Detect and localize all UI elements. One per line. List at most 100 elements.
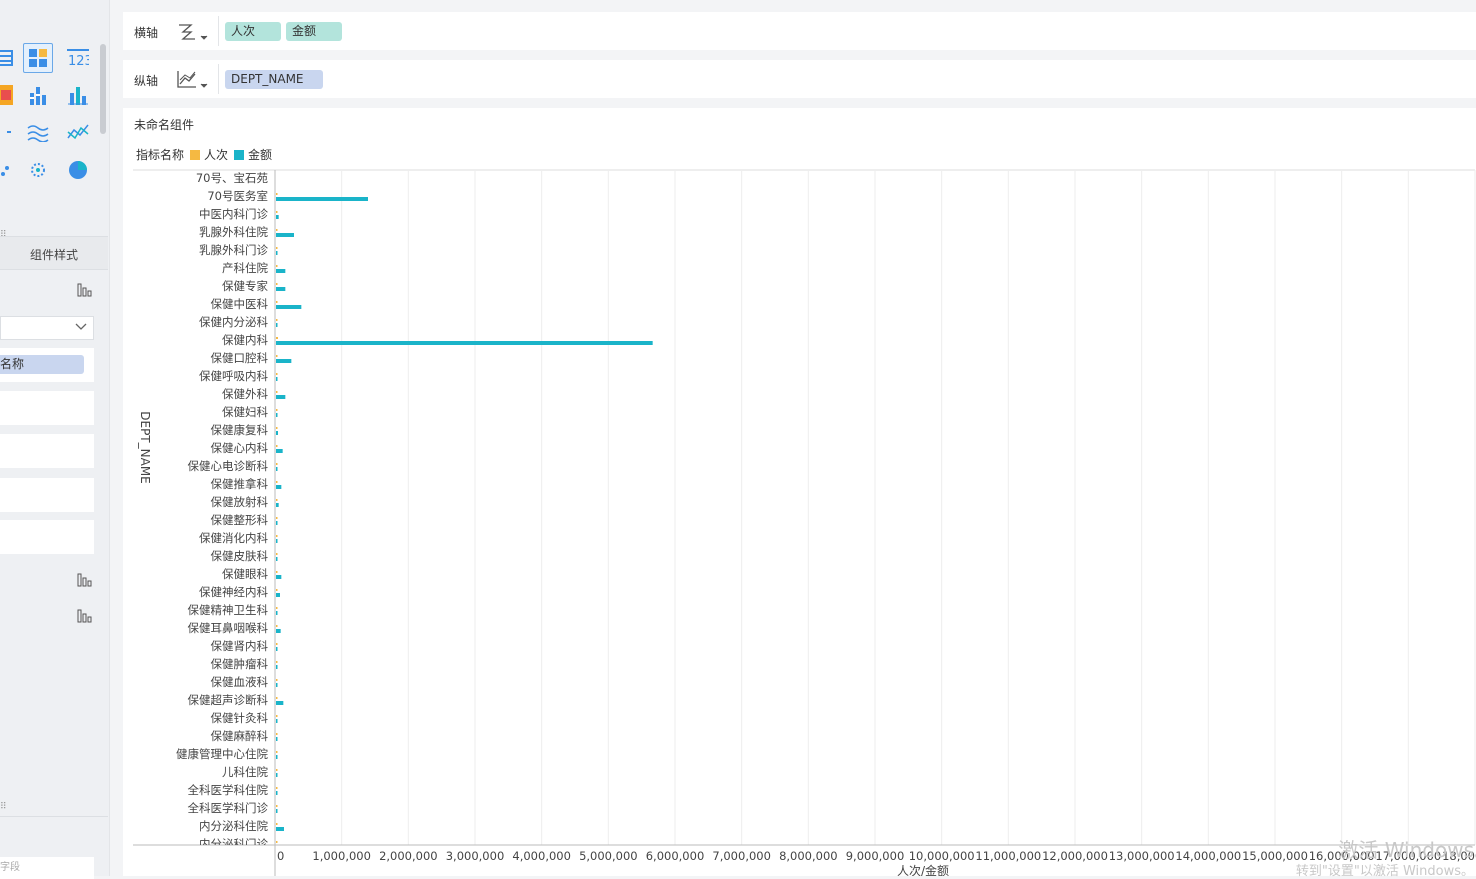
bubble-chart-icon[interactable] bbox=[23, 155, 53, 185]
bar-amount bbox=[276, 521, 278, 525]
heatmap-chart-icon[interactable] bbox=[0, 80, 18, 110]
bars-group: 70号、宝石苑 70号医务室中医内科门诊乳腺外科住院乳腺外科门诊产科住院保健专家保… bbox=[176, 171, 653, 851]
bar-visits bbox=[276, 373, 278, 375]
drag-handle-icon-2[interactable]: ⠿ bbox=[0, 802, 7, 812]
bar-amount bbox=[276, 791, 278, 795]
axis-settings-icon[interactable] bbox=[176, 21, 210, 43]
bar-visits bbox=[276, 571, 278, 573]
bar-visits bbox=[276, 481, 278, 483]
bar-visits bbox=[276, 409, 278, 411]
y-tick-label: 保健妇科 bbox=[222, 405, 268, 419]
bar-visits bbox=[276, 643, 278, 645]
x-axis-label: 横轴 bbox=[134, 26, 159, 40]
field-drop-zone-4[interactable] bbox=[0, 478, 94, 512]
bar-visits bbox=[276, 625, 278, 627]
left-config-panel: 123 ⠿ 组件样式 名称 ⠿ 字段 bbox=[0, 0, 110, 879]
area-chart-icon[interactable] bbox=[23, 117, 53, 147]
bar-amount bbox=[276, 683, 278, 687]
panel-scrollbar[interactable] bbox=[100, 44, 106, 134]
bar-amount bbox=[276, 755, 278, 759]
y-tick-label: 保健外科 bbox=[222, 387, 268, 401]
x-tick-label: 12,000,000 bbox=[1042, 849, 1108, 863]
field-drop-zone-5[interactable] bbox=[0, 520, 94, 554]
field-drop-zone-3[interactable] bbox=[0, 434, 94, 468]
bar-amount bbox=[276, 449, 283, 453]
bar-chart-icon-2[interactable] bbox=[77, 573, 93, 587]
bar-visits bbox=[276, 193, 278, 195]
bar-visits bbox=[276, 319, 278, 321]
bar-visits bbox=[276, 535, 278, 537]
x-tick-label: 0 bbox=[277, 849, 284, 863]
y-tick-label: 保健神经内科 bbox=[199, 585, 268, 599]
bar-amount bbox=[276, 575, 282, 579]
y-tick-label: 保健精神卫生科 bbox=[188, 603, 269, 617]
y-tick-label: 全科医学科门诊 bbox=[188, 801, 269, 815]
bar-amount bbox=[276, 557, 278, 561]
y-tick-label: 乳腺外科住院 bbox=[199, 225, 268, 239]
bar-visits bbox=[276, 265, 278, 267]
bar-visits bbox=[276, 589, 278, 591]
windows-activation-subtext: 转到"设置"以激活 Windows。 bbox=[1295, 864, 1474, 879]
bar-visits bbox=[276, 355, 278, 357]
bar-visits bbox=[276, 607, 278, 609]
y-tick-label: 保健康复科 bbox=[211, 423, 269, 437]
chart-type-select[interactable] bbox=[0, 316, 94, 340]
y-tick-label: 保健整形科 bbox=[211, 513, 269, 527]
cross-table-chart-icon[interactable] bbox=[23, 43, 53, 73]
column-chart-icon[interactable] bbox=[63, 80, 93, 110]
axis-settings-icon-2[interactable] bbox=[176, 69, 210, 91]
line-chart-icon[interactable] bbox=[63, 117, 93, 147]
bar-amount bbox=[276, 503, 279, 507]
bar-chart-icon-3[interactable] bbox=[77, 609, 93, 623]
dot-line-icon[interactable] bbox=[0, 117, 18, 147]
bar-amount bbox=[276, 197, 368, 201]
chevron-down-icon bbox=[75, 320, 87, 335]
bar-visits bbox=[276, 301, 278, 303]
bar-amount bbox=[276, 359, 292, 363]
chart-component: 未命名组件 指标名称 人次 金额 0 1,000,000 2,000,000 3,00… bbox=[123, 108, 1476, 876]
tab-component-style[interactable]: 组件样式 bbox=[0, 236, 108, 270]
x-tick-label: 8,000,000 bbox=[779, 849, 838, 863]
y-tick-label: 保健内科 bbox=[222, 333, 268, 347]
divider-2 bbox=[218, 64, 219, 94]
y-tick-label: 产科住院 bbox=[222, 261, 268, 275]
number-card-icon[interactable]: 123 bbox=[63, 43, 93, 73]
bar-amount bbox=[276, 485, 282, 489]
bar-visits bbox=[276, 427, 278, 429]
y-tick-label: 内分泌科门诊 bbox=[199, 837, 268, 851]
x-tick-label: 5,000,000 bbox=[579, 849, 638, 863]
x-tick-label: 3,000,000 bbox=[446, 849, 505, 863]
bar-visits bbox=[276, 805, 278, 807]
bar-visits bbox=[276, 337, 278, 339]
y-tick-label: 保健中医科 bbox=[211, 297, 269, 311]
bar-visits bbox=[276, 247, 278, 249]
bar-visits bbox=[276, 463, 278, 465]
x-field-pill-amount[interactable]: 金额 bbox=[286, 22, 342, 41]
y-tick-label: 70号医务室 bbox=[207, 189, 268, 203]
y-tick-label: 保健超声诊断科 bbox=[188, 693, 269, 707]
y-tick-label: 乳腺外科门诊 bbox=[199, 243, 268, 257]
y-tick-label: 保健麻醉科 bbox=[211, 729, 269, 743]
bar-chart-icon[interactable] bbox=[77, 283, 93, 297]
pie-chart-icon[interactable] bbox=[63, 155, 93, 185]
x-tick-label: 7,000,000 bbox=[712, 849, 771, 863]
dimension-field-pill[interactable]: 名称 bbox=[0, 355, 84, 374]
bar-amount bbox=[276, 413, 278, 417]
bar-amount bbox=[276, 323, 278, 327]
x-tick-label: 9,000,000 bbox=[846, 849, 905, 863]
x-field-pill-visits[interactable]: 人次 bbox=[225, 22, 281, 41]
tab-component-style-label: 组件样式 bbox=[30, 248, 79, 262]
bar-amount bbox=[276, 341, 653, 345]
bar-amount bbox=[276, 809, 278, 813]
scatter-chart-icon[interactable] bbox=[0, 155, 18, 185]
bar-visits bbox=[276, 283, 278, 285]
y-tick-label: 保健专家 bbox=[222, 279, 268, 293]
bar-amount bbox=[276, 629, 281, 633]
table-chart-icon[interactable] bbox=[0, 43, 18, 73]
bar-chart: 0 1,000,000 2,000,000 3,000,000 4,000,000 5,0… bbox=[133, 169, 1476, 876]
y-field-pill-dept[interactable]: DEPT_NAME bbox=[225, 70, 323, 89]
stacked-bar-chart-icon[interactable] bbox=[23, 80, 53, 110]
field-drop-zone-2[interactable] bbox=[0, 391, 94, 425]
bar-amount bbox=[276, 827, 284, 831]
bar-amount bbox=[276, 395, 286, 399]
